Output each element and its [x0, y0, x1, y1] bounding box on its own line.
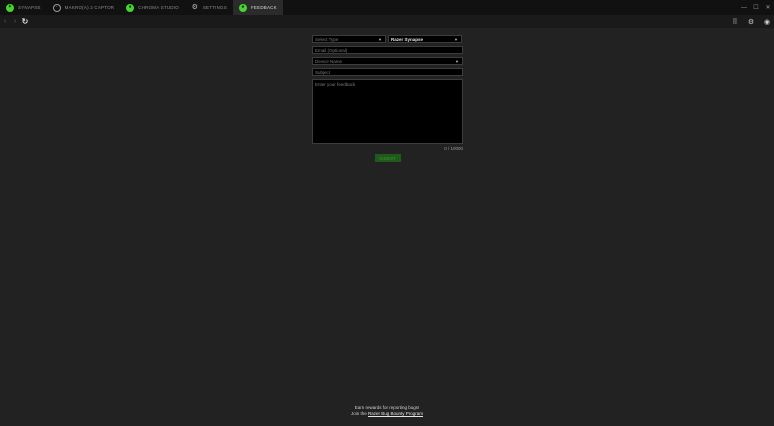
- chevron-down-icon: ▼: [378, 36, 382, 42]
- device-placeholder: Device Name: [315, 58, 343, 64]
- reload-button[interactable]: ↻: [20, 15, 30, 28]
- tab-label: MAKRO(A) 2 CAPTOR: [64, 5, 115, 10]
- razer-logo-icon: ✦: [6, 3, 14, 12]
- profile-icon[interactable]: ◉: [762, 18, 772, 26]
- tab-device[interactable]: ◦ MAKRO(A) 2 CAPTOR: [47, 0, 121, 15]
- tab-feedback[interactable]: ● FEEDBACK: [232, 0, 283, 15]
- tab-label: CHROMA STUDIO: [138, 5, 179, 10]
- email-placeholder: Email (Optional): [315, 47, 348, 53]
- email-field[interactable]: Email (Optional): [312, 46, 463, 54]
- product-selected-value: Razer Synapse: [391, 36, 424, 42]
- maximize-button[interactable]: ☐: [750, 0, 762, 15]
- chevron-down-icon: ▼: [455, 58, 459, 64]
- character-counter: 0 / 10000: [444, 146, 463, 151]
- forward-button[interactable]: ›: [10, 15, 20, 28]
- grid-icon[interactable]: ⠿: [730, 18, 740, 26]
- product-dropdown[interactable]: Razer Synapse ▼: [388, 35, 462, 43]
- feedback-icon: ●: [238, 3, 247, 12]
- nav-toolbar: ‹ › ↻ ⠿ ⚙ ◉: [0, 15, 774, 28]
- close-button[interactable]: ✕: [762, 0, 774, 15]
- tab-label: SETTINGS: [202, 5, 227, 10]
- footer: Earn rewards for reporting bugs! Join th…: [0, 405, 774, 416]
- tab-settings[interactable]: ⚙ SETTINGS: [185, 0, 233, 15]
- bug-bounty-link[interactable]: Razer Bug Bounty Program: [368, 411, 423, 416]
- feedback-textarea[interactable]: Enter your feedback: [312, 79, 463, 144]
- tab-label: SYNAPSE: [18, 5, 41, 10]
- select-type-dropdown[interactable]: Select Type ▼: [312, 35, 386, 43]
- footer-join-line: Join the Razer Bug Bounty Program: [0, 411, 774, 417]
- footer-join-prefix: Join the: [350, 410, 368, 416]
- subject-field[interactable]: Subject: [312, 68, 463, 76]
- back-button[interactable]: ‹: [0, 15, 10, 28]
- device-icon: ◦: [52, 3, 61, 12]
- subject-placeholder: Subject: [315, 69, 331, 75]
- feedback-form: Select Type ▼ Razer Synapse ▼ Email (Opt…: [312, 35, 463, 162]
- tab-chroma-studio[interactable]: ● CHROMA STUDIO: [120, 0, 185, 15]
- tab-synapse[interactable]: ✦ SYNAPSE: [0, 0, 47, 15]
- submit-button[interactable]: SUBMIT: [374, 154, 401, 162]
- chevron-down-icon: ▼: [454, 36, 458, 42]
- minimize-button[interactable]: —: [738, 0, 750, 15]
- title-bar: ✦ SYNAPSE ◦ MAKRO(A) 2 CAPTOR ● CHROMA S…: [0, 0, 774, 15]
- feedback-placeholder: Enter your feedback: [315, 82, 356, 87]
- settings-gear-icon[interactable]: ⚙: [746, 18, 756, 26]
- gear-icon: ⚙: [191, 4, 199, 11]
- window-controls: — ☐ ✕: [738, 0, 774, 15]
- tab-label: FEEDBACK: [250, 5, 277, 10]
- device-name-dropdown[interactable]: Device Name ▼: [312, 57, 463, 65]
- select-type-placeholder: Select Type: [315, 36, 339, 42]
- chroma-icon: ●: [126, 3, 135, 12]
